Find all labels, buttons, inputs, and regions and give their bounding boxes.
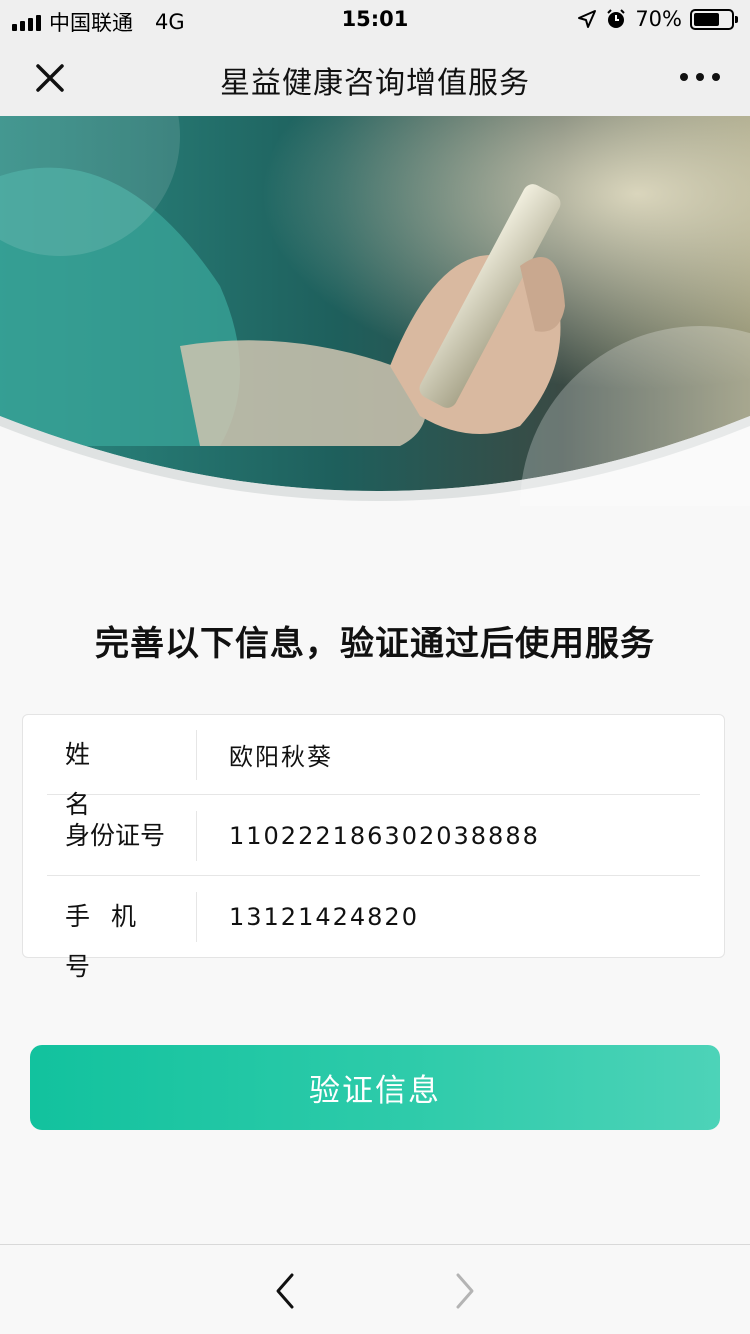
form-row-name: 姓名 欧阳秋葵 xyxy=(47,715,700,819)
alarm-icon xyxy=(607,9,626,28)
name-input[interactable]: 欧阳秋葵 xyxy=(197,737,333,772)
forward-button[interactable] xyxy=(448,1271,480,1311)
status-bar: 中国联通 4G 15:01 70% xyxy=(0,0,750,40)
nav-bar: 星益健康咨询增值服务 xyxy=(0,40,750,116)
chevron-left-icon xyxy=(276,1273,294,1309)
more-icon xyxy=(680,73,688,81)
form-card: 姓名 欧阳秋葵 身份证号 110222186302038888 手机号 1312… xyxy=(22,714,725,981)
chevron-right-icon xyxy=(456,1273,474,1309)
page: 中国联通 4G 15:01 70% 星益健康咨询增值服务 完善以下信息，验证通过… xyxy=(0,0,750,1334)
bottom-toolbar xyxy=(0,1244,750,1334)
battery-fill xyxy=(694,12,720,26)
more-button[interactable] xyxy=(680,70,720,84)
phone-input[interactable]: 13121424820 xyxy=(197,903,419,931)
location-arrow-icon xyxy=(578,10,597,28)
field-label-name: 姓名 xyxy=(47,729,197,819)
back-button[interactable] xyxy=(270,1271,302,1311)
hero-image xyxy=(0,116,750,506)
field-label-id: 身份证号 xyxy=(47,810,197,861)
battery-percent: 70% xyxy=(635,7,682,31)
form-heading: 完善以下信息，验证通过后使用服务 xyxy=(95,624,655,664)
verify-button[interactable]: 验证信息 xyxy=(30,1045,720,1130)
form-row-id: 身份证号 110222186302038888 xyxy=(47,796,700,876)
status-right: 70% xyxy=(577,7,738,31)
page-title: 星益健康咨询增值服务 xyxy=(220,66,530,101)
battery-icon xyxy=(690,8,738,30)
id-number-input[interactable]: 110222186302038888 xyxy=(197,822,540,850)
field-label-phone: 手机号 xyxy=(47,892,197,981)
form-row-phone: 手机号 13121424820 xyxy=(47,877,700,981)
hero-banner xyxy=(0,116,750,506)
